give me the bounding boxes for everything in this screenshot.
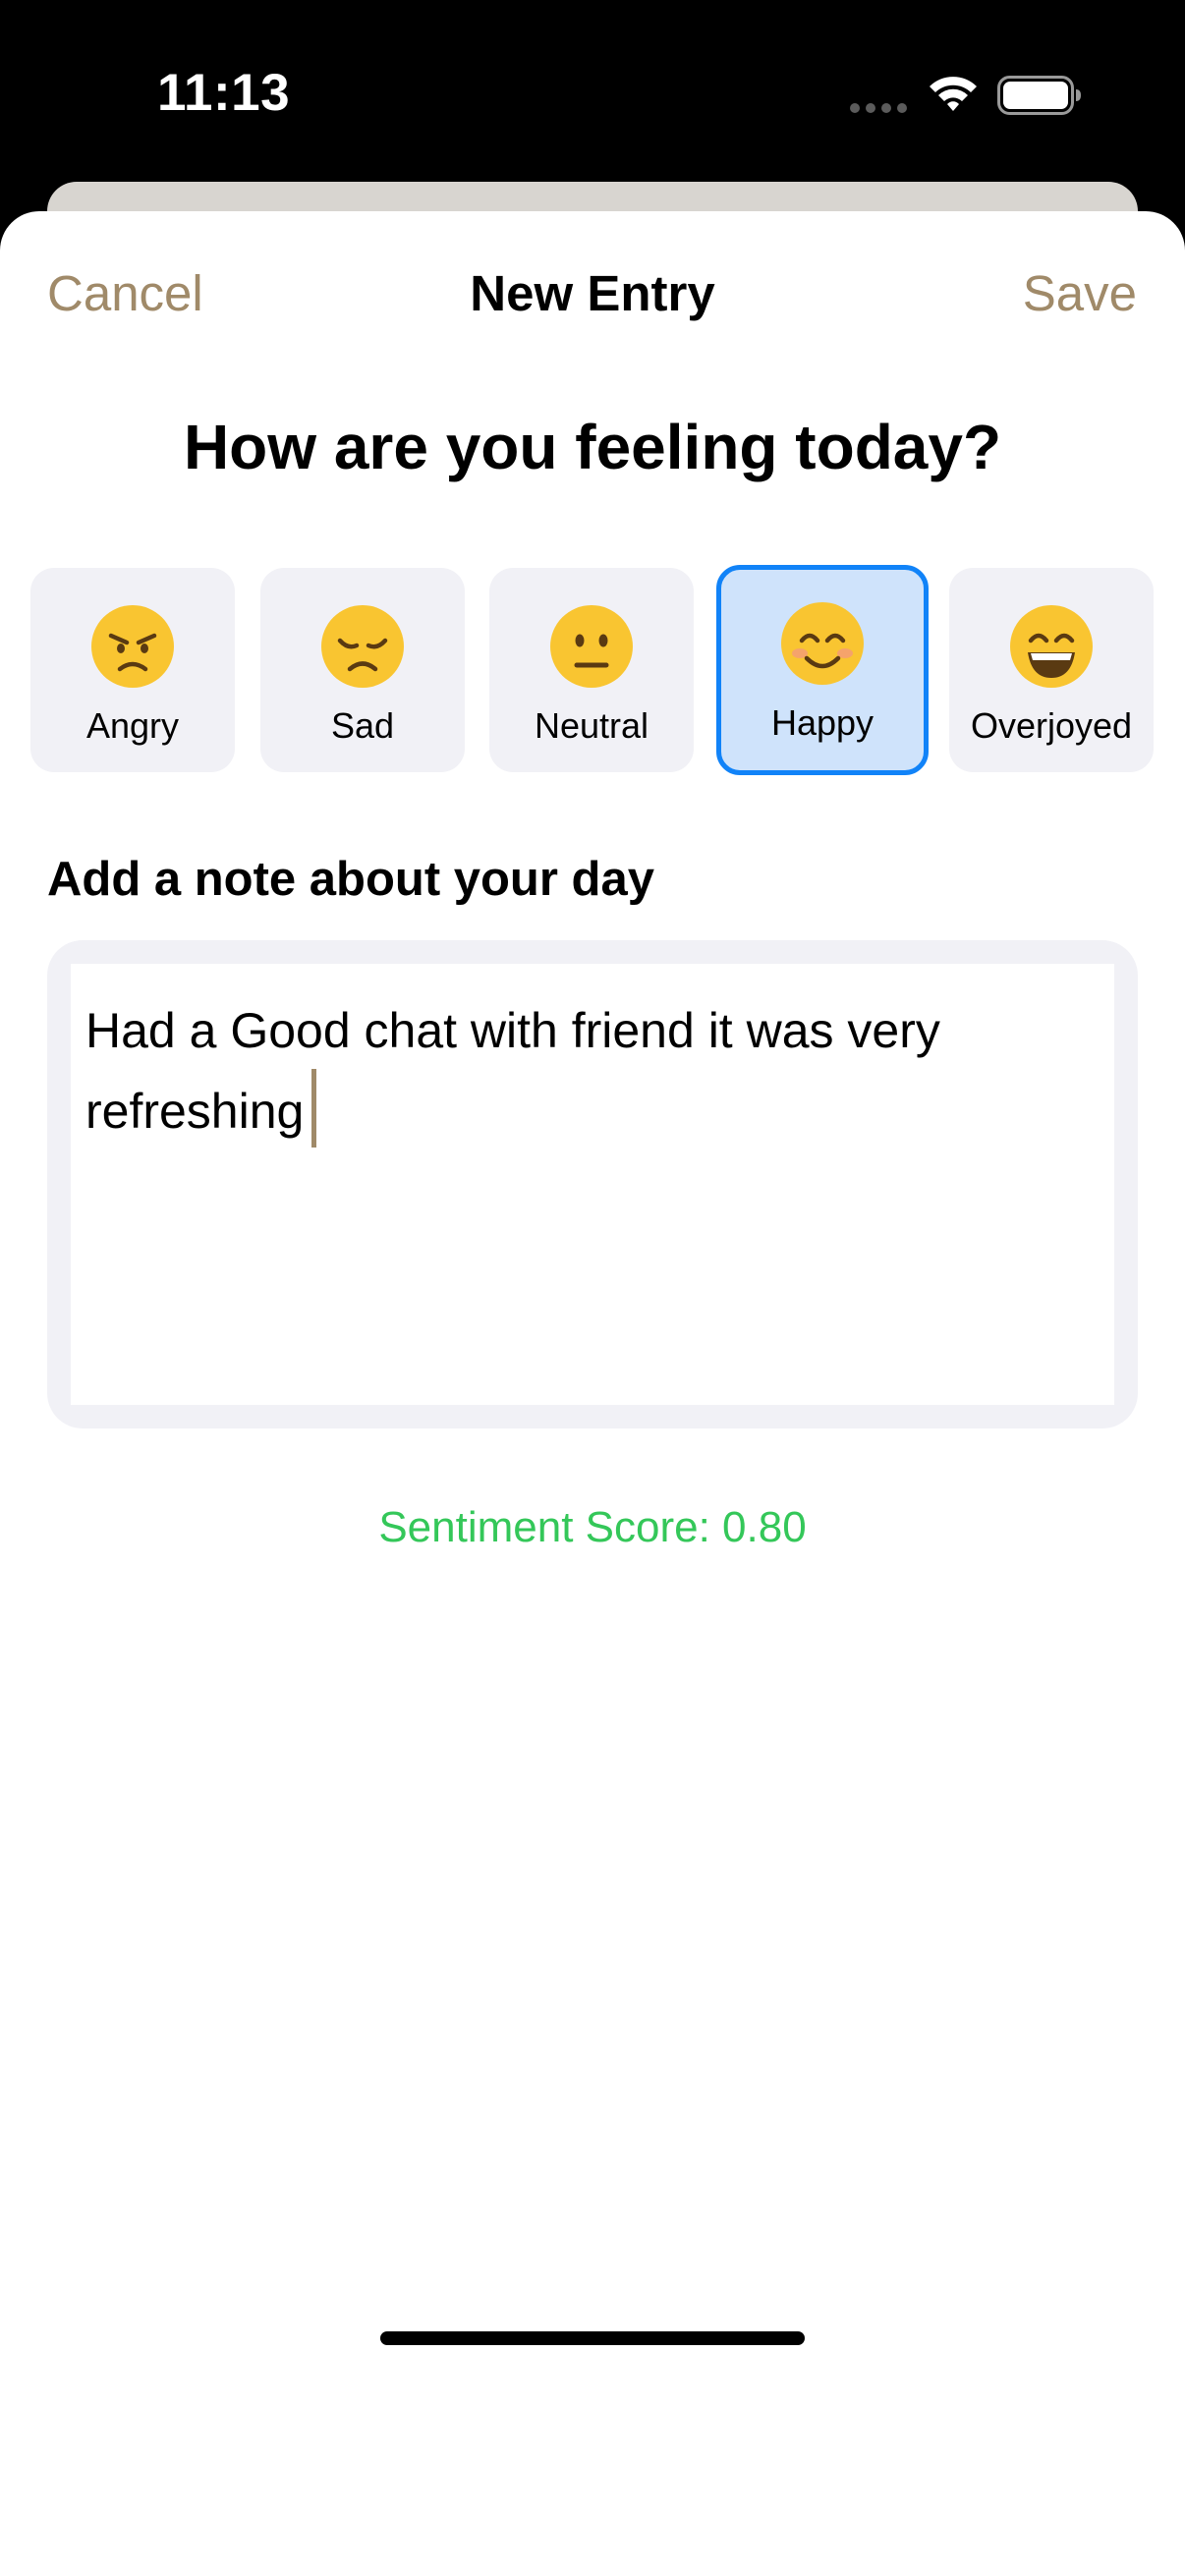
mood-option-neutral[interactable]: Neutral — [489, 568, 694, 772]
mood-option-happy[interactable]: Happy — [716, 565, 929, 775]
status-time: 11:13 — [157, 64, 291, 122]
new-entry-sheet: Cancel New Entry Save How are you feelin… — [0, 211, 1185, 2576]
grinning-face-icon — [949, 603, 1154, 690]
mood-option-overjoyed[interactable]: Overjoyed — [949, 568, 1154, 772]
home-indicator[interactable] — [380, 2331, 805, 2345]
mood-option-angry[interactable]: Angry — [30, 568, 235, 772]
battery-icon — [997, 76, 1081, 115]
mood-label: Happy — [770, 702, 875, 743]
angry-face-icon — [30, 603, 235, 690]
smiling-face-icon — [721, 600, 924, 687]
note-section-label: Add a note about your day — [47, 853, 654, 906]
sad-face-icon — [260, 603, 465, 690]
neutral-face-icon — [489, 603, 694, 690]
note-text: Had a Good chat with friend it was very … — [85, 1003, 940, 1139]
sentiment-score: Sentiment Score: 0.80 — [378, 1503, 807, 1551]
signal-dots-icon — [850, 103, 907, 113]
note-editor[interactable]: Had a Good chat with friend it was very … — [47, 940, 1138, 1428]
mood-label: Neutral — [534, 705, 649, 746]
mood-label: Angry — [85, 705, 180, 746]
sheet-title: New Entry — [470, 265, 715, 321]
mood-question: How are you feeling today? — [183, 412, 1002, 482]
mood-label: Overjoyed — [970, 705, 1133, 746]
status-bar: 11:13 — [0, 0, 1185, 187]
mood-label: Sad — [330, 705, 395, 746]
wifi-icon — [930, 77, 977, 111]
mood-option-sad[interactable]: Sad — [260, 568, 465, 772]
note-text-area[interactable]: Had a Good chat with friend it was very … — [71, 964, 1114, 1405]
text-cursor — [311, 1069, 317, 1148]
save-button[interactable]: Save — [1023, 264, 1137, 322]
